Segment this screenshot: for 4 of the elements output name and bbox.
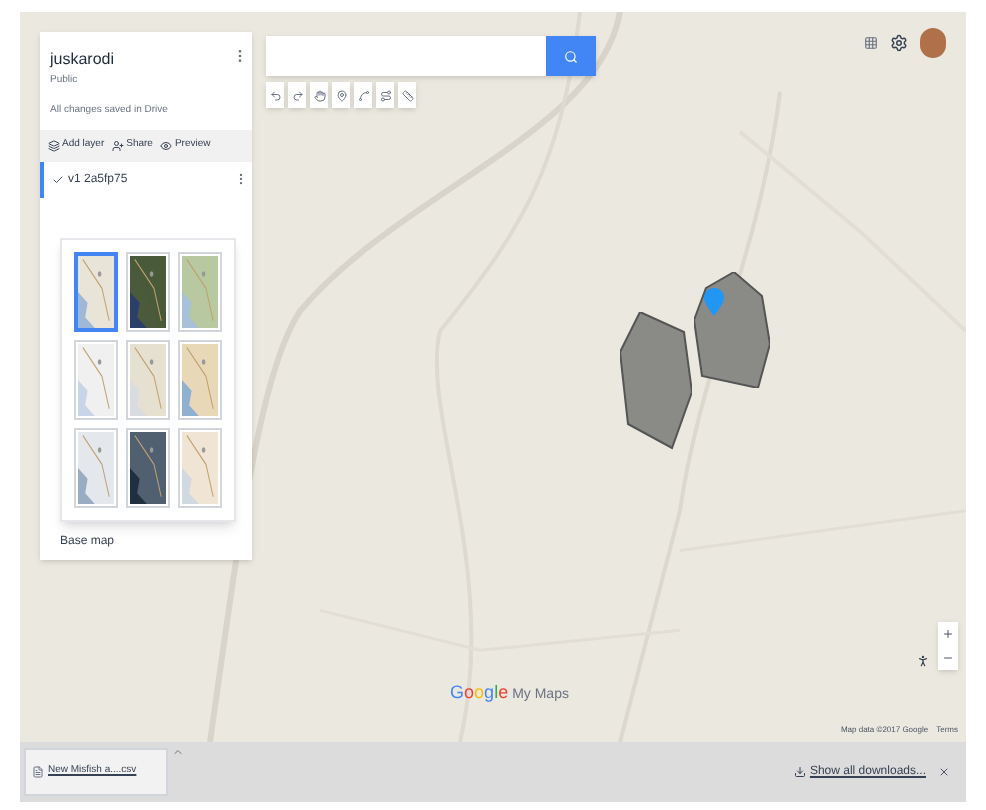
download-icon — [793, 766, 806, 778]
file-icon — [32, 764, 44, 780]
chevron-icon[interactable] — [172, 746, 184, 758]
close-icon[interactable] — [938, 766, 950, 778]
